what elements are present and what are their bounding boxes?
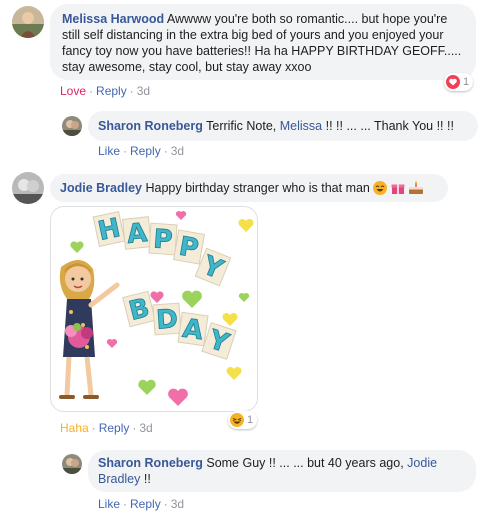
comment-author[interactable]: Sharon Roneberg xyxy=(98,119,203,133)
timestamp[interactable]: 3d xyxy=(137,84,150,98)
comment-text: !! !! ... ... Thank You !! !! xyxy=(325,119,454,133)
love-reaction-link[interactable]: Love xyxy=(60,84,86,98)
sticker-letter-card: P xyxy=(173,229,205,265)
birthday-cake-emoji-icon xyxy=(409,181,424,194)
reaction-count-badge[interactable]: 1 xyxy=(444,73,474,91)
sticker-letter-card: Y xyxy=(201,322,237,360)
profile-photo-icon xyxy=(62,454,82,474)
timestamp[interactable]: 3d xyxy=(171,497,184,511)
avatar-sharon-roneberg[interactable] xyxy=(62,116,82,136)
reaction-count-badge[interactable]: 1 xyxy=(228,411,258,429)
mention-link[interactable]: Bradley xyxy=(98,472,140,486)
haha-reaction-icon xyxy=(230,413,244,427)
profile-photo-icon xyxy=(62,116,82,136)
profile-photo-icon xyxy=(12,172,44,204)
sticker-letter-card: D xyxy=(152,302,182,336)
avatar-jodie-bradley[interactable] xyxy=(12,172,44,204)
happy-bday-sticker[interactable]: HAPPYBDAY xyxy=(50,206,258,412)
girl-figure xyxy=(59,259,120,399)
comment-bubble-melissa: Melissa Harwood Awwww you're both so rom… xyxy=(50,4,476,80)
sticker-letter-card: B xyxy=(122,290,156,327)
comment-text: Happy birthday stranger who is that man xyxy=(145,181,370,195)
reaction-count: 1 xyxy=(463,76,470,88)
mention-link[interactable]: Melissa xyxy=(280,119,322,133)
reply-actions: Like · Reply · 3d xyxy=(98,144,185,158)
reply-link[interactable]: Reply xyxy=(99,421,130,435)
reply-link[interactable]: Reply xyxy=(96,84,127,98)
sticker-letter-card: A xyxy=(121,216,153,250)
timestamp[interactable]: 3d xyxy=(171,144,184,158)
reply-link[interactable]: Reply xyxy=(130,497,161,511)
sticker-letter-card: A xyxy=(177,311,209,347)
laughing-emoji-icon xyxy=(373,181,388,195)
gift-emoji-icon xyxy=(391,184,405,194)
avatar-sharon-roneberg[interactable] xyxy=(62,454,82,474)
sticker-letter: D xyxy=(155,304,179,335)
comment-bubble-jodie: Jodie Bradley Happy birthday stranger wh… xyxy=(50,174,448,202)
reply-actions: Like · Reply · 3d xyxy=(98,497,185,511)
comment-author[interactable]: Sharon Roneberg xyxy=(98,456,203,470)
love-reaction-icon xyxy=(446,75,460,89)
reply-bubble-sharon: Sharon Roneberg Terrific Note, Melissa !… xyxy=(88,111,478,141)
reply-bubble-sharon: Sharon Roneberg Some Guy !! ... ... but … xyxy=(88,450,476,492)
reply-link[interactable]: Reply xyxy=(130,144,161,158)
sticker-letter: A xyxy=(181,314,205,347)
sticker-letter: A xyxy=(126,218,149,250)
comment-actions: Haha · Reply · 3d xyxy=(60,421,153,435)
happy-bday-sticker-illustration: H A P PYB D A Y xyxy=(59,211,254,406)
comment-text: Some Guy !! ... ... but 40 years ago, xyxy=(206,456,404,470)
like-link[interactable]: Like xyxy=(98,497,120,511)
haha-reaction-link[interactable]: Haha xyxy=(60,421,89,435)
like-link[interactable]: Like xyxy=(98,144,120,158)
profile-photo-icon xyxy=(12,6,44,38)
comment-text: !! xyxy=(143,472,151,486)
sticker-letter-card: P xyxy=(148,222,178,256)
sticker-letter: P xyxy=(152,224,173,255)
comment-actions: Love · Reply · 3d xyxy=(60,84,151,98)
comment-text: Terrific Note, xyxy=(206,119,277,133)
comment-author[interactable]: Melissa Harwood xyxy=(62,12,164,26)
comment-author[interactable]: Jodie Bradley xyxy=(60,181,142,195)
reaction-count: 1 xyxy=(247,414,254,426)
mention-link[interactable]: Jodie xyxy=(407,456,437,470)
sticker-letter-card: H xyxy=(92,211,126,247)
timestamp[interactable]: 3d xyxy=(139,421,152,435)
avatar-melissa-harwood[interactable] xyxy=(12,6,44,38)
